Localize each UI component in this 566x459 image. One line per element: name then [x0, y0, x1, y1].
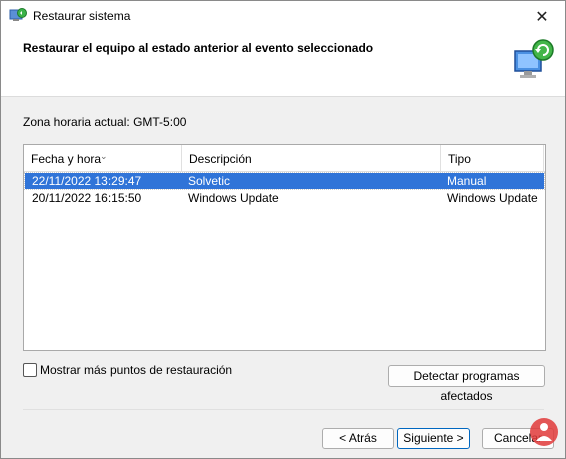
sort-down-icon: ⌄	[100, 151, 108, 161]
timezone-label: Zona horaria actual: GMT-5:00	[23, 115, 187, 129]
detect-affected-programs-button[interactable]: Detectar programas afectados	[388, 365, 545, 403]
column-header-description[interactable]: Descripción	[182, 145, 441, 171]
show-more-checkbox[interactable]	[23, 363, 37, 377]
list-header: ⌄ Fecha y hora Descripción Tipo	[24, 145, 545, 172]
column-label: Fecha y hora	[31, 152, 102, 166]
system-restore-window: Restaurar sistema ✕ Restaurar el equipo …	[0, 0, 566, 459]
close-icon[interactable]: ✕	[519, 1, 565, 32]
column-header-date[interactable]: ⌄ Fecha y hora	[24, 145, 182, 171]
cell-description: Windows Update	[188, 191, 279, 205]
column-header-type[interactable]: Tipo	[441, 145, 544, 171]
restore-points-list[interactable]: ⌄ Fecha y hora Descripción Tipo 22/11/20…	[23, 144, 546, 351]
system-restore-icon	[9, 8, 27, 21]
cell-date: 22/11/2022 13:29:47	[32, 174, 142, 188]
footer-divider	[23, 409, 544, 410]
monitor-restore-icon	[514, 39, 554, 78]
cell-type: Manual	[447, 174, 487, 188]
next-button[interactable]: Siguiente >	[397, 428, 470, 449]
column-label: Descripción	[189, 152, 252, 166]
cell-type: Windows Update	[447, 191, 538, 205]
show-more-checkbox-row[interactable]: Mostrar más puntos de restauración	[23, 363, 232, 377]
cell-description: Solvetic	[188, 174, 231, 188]
title-bar[interactable]: Restaurar sistema ✕	[1, 1, 565, 32]
column-label: Tipo	[448, 152, 471, 166]
back-button[interactable]: < Atrás	[322, 428, 394, 449]
table-row[interactable]: 20/11/2022 16:15:50 Windows Update Windo…	[25, 190, 544, 206]
watermark-logo-icon	[530, 418, 558, 446]
wizard-header: Restaurar el equipo al estado anterior a…	[1, 32, 565, 97]
page-title: Restaurar el equipo al estado anterior a…	[23, 41, 374, 55]
cell-date: 20/11/2022 16:15:50	[32, 191, 142, 205]
table-row[interactable]: 22/11/2022 13:29:47 Solvetic Manual	[24, 172, 545, 190]
window-title: Restaurar sistema	[33, 9, 131, 23]
show-more-label: Mostrar más puntos de restauración	[40, 363, 233, 377]
